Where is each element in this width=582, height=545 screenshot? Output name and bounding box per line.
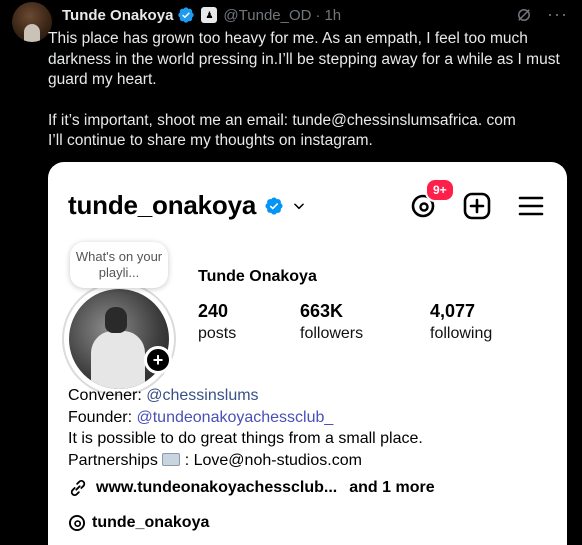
stat-following: 4,077 following: [430, 300, 492, 345]
ig-verified-icon: [265, 196, 283, 215]
stat-following-value: 4,077: [430, 301, 476, 321]
threads-icon: 9+: [409, 178, 455, 220]
threads-small-icon: [68, 514, 86, 532]
stat-followers-value: 663K: [300, 301, 344, 321]
profile-picture: [69, 289, 169, 389]
time-separator: ·: [315, 6, 321, 24]
ig-link-row: www.tundeonakoyachessclub... and 1 more: [68, 478, 435, 498]
ig-note-bubble: What's on your playli...: [70, 242, 168, 288]
verified-badge-icon[interactable]: [177, 6, 195, 24]
bio-convener-tag: @chessinslums: [146, 387, 259, 404]
stat-posts: 240 posts: [198, 300, 236, 345]
tweet-actions: ···: [515, 4, 568, 25]
bio-line-4: Partnerships : Love@noh-studios.com: [68, 450, 423, 472]
bio-line-2: Founder: @tundeonakoyachessclub_: [68, 407, 423, 429]
tweet-media-image[interactable]: tunde_onakoya 9+ What's on your playli..…: [48, 162, 567, 545]
ig-link-more: and 1 more: [349, 479, 435, 496]
notification-badge: 9+: [425, 178, 455, 202]
author-name[interactable]: Tunde Onakoya: [62, 7, 173, 24]
tweet-text: This place has grown too heavy for me. A…: [48, 29, 568, 152]
stat-following-label: following: [430, 325, 493, 342]
email-emoji-icon: [162, 452, 181, 466]
stat-followers-label: followers: [300, 325, 364, 342]
ig-username-header: tunde_onakoya: [68, 190, 306, 221]
add-story-icon: +: [144, 346, 172, 374]
more-icon[interactable]: ···: [547, 4, 568, 25]
profile-picture-ring: [62, 282, 176, 396]
tweet-time[interactable]: 1h: [324, 7, 341, 24]
ig-top-icons: 9+: [409, 178, 545, 220]
stat-posts-value: 240: [198, 301, 229, 321]
stat-followers: 663K followers: [300, 300, 363, 345]
tweet-paragraph-2-line-2: I’ll continue to share my thoughts on in…: [48, 132, 373, 149]
tweet-paragraph-2-line-1: If it’s important, shoot me an email: tu…: [48, 111, 516, 129]
tweet-header: Tunde Onakoya ♟ @Tunde_OD · 1h: [62, 5, 341, 25]
bio-partnerships-email: : Love@noh-studios.com: [180, 451, 362, 469]
stat-posts-label: posts: [198, 325, 237, 342]
ig-profile-name: Tunde Onakoya: [198, 268, 317, 285]
ig-link-text: www.tundeonakoyachessclub...: [96, 479, 338, 496]
bio-partnerships-label: Partnerships: [68, 451, 163, 469]
ig-username: tunde_onakoya: [68, 190, 257, 220]
bio-founder-tag: @tundeonakoyachessclub_: [136, 408, 334, 426]
author-avatar[interactable]: [12, 2, 52, 42]
bio-founder-label: Founder:: [68, 408, 137, 426]
ig-threads-row: tunde_onakoya: [68, 514, 209, 532]
bio-line-3: It is possible to do great things from a…: [68, 430, 423, 447]
chevron-down-icon: [294, 202, 304, 209]
grok-icon[interactable]: [515, 6, 533, 24]
ig-threads-handle: tunde_onakoya: [92, 514, 210, 531]
tweet-paragraph-1: This place has grown too heavy for me. A…: [48, 30, 560, 88]
affiliate-badge-icon[interactable]: ♟: [201, 7, 218, 23]
author-handle[interactable]: @Tunde_OD: [223, 7, 311, 24]
add-post-icon: [463, 192, 491, 220]
bio-convener-label: Convener:: [68, 387, 147, 404]
menu-icon: [517, 192, 545, 220]
bio-line-1: Convener: @chessinslums: [68, 385, 423, 407]
ig-bio: Convener: @chessinslums Founder: @tundeo…: [68, 385, 423, 471]
link-icon: [70, 479, 86, 497]
